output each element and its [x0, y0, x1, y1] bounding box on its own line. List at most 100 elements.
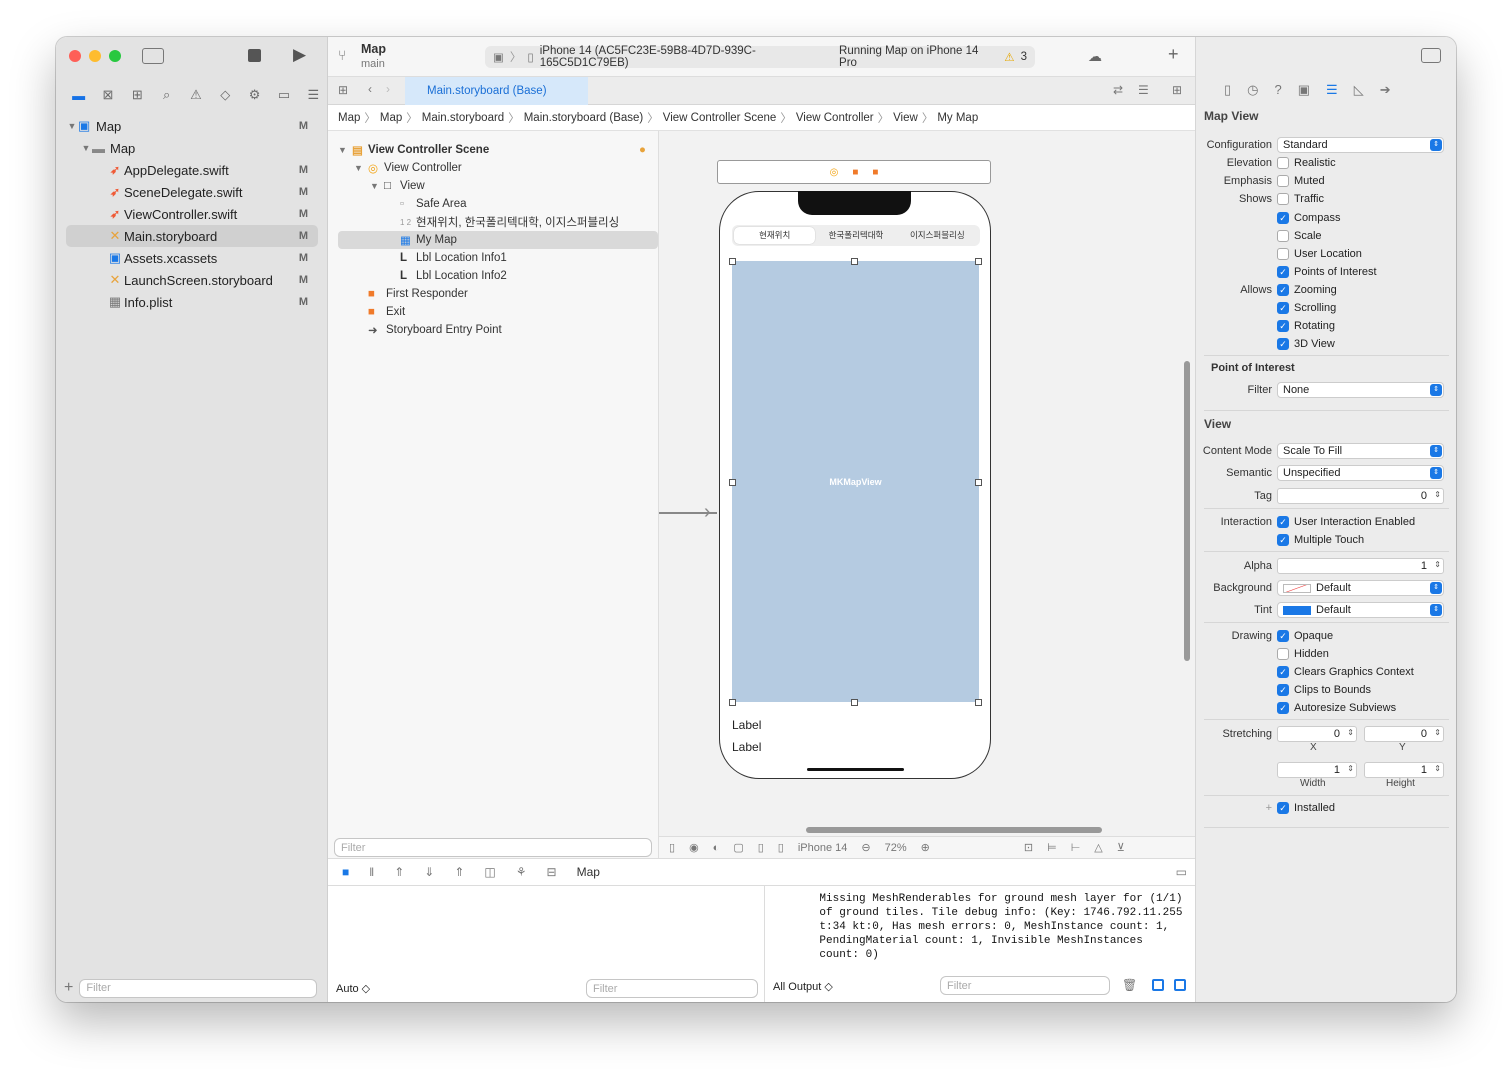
warning-icon[interactable]: ⚠: [181, 87, 210, 103]
stop-button[interactable]: [248, 49, 261, 62]
outline-lbl-info2[interactable]: L Lbl Location Info2: [338, 267, 658, 285]
stretch-y-field[interactable]: 0 ⇕: [1364, 726, 1444, 742]
scene-dock[interactable]: ◎ ■ ■: [717, 160, 991, 184]
background-select[interactable]: Default ⇕: [1277, 580, 1444, 596]
resize-handle[interactable]: [851, 258, 858, 265]
close-window-button[interactable]: [69, 50, 81, 62]
zoom-out-icon[interactable]: ⊖: [861, 841, 870, 854]
breadcrumb-item[interactable]: Main.storyboard (Base): [524, 112, 644, 124]
lbl-location-info2[interactable]: Label: [732, 740, 761, 754]
file-scenedelegate[interactable]: ➶ SceneDelegate.swift M: [66, 181, 318, 203]
appearance-icon[interactable]: ◐: [713, 842, 720, 854]
breadcrumb-item[interactable]: View: [893, 112, 918, 124]
outline-view-controller[interactable]: ▼ ◎ View Controller: [338, 159, 658, 177]
outline-filter-input[interactable]: Filter: [334, 838, 652, 857]
tint-select[interactable]: Default ⇕: [1277, 602, 1444, 618]
stretch-height-field[interactable]: 1 ⇕: [1364, 762, 1444, 778]
inspector-toggle-icon[interactable]: [1421, 48, 1441, 63]
update-frames-icon[interactable]: ⊡: [1024, 841, 1033, 854]
memory-graph-icon[interactable]: ⚘: [516, 865, 527, 879]
navigator-filter-input[interactable]: Filter: [79, 978, 318, 998]
resize-handle[interactable]: [975, 258, 982, 265]
map-view[interactable]: MKMapView: [732, 261, 979, 702]
outline-my-map[interactable]: ▦ My Map: [338, 231, 658, 249]
output-selector[interactable]: All Output ◇: [773, 980, 833, 993]
identity-icon[interactable]: ▣: [1298, 82, 1310, 98]
vertical-scrollbar[interactable]: [1184, 361, 1190, 661]
outline-first-responder[interactable]: ■ First Responder: [338, 285, 658, 303]
breadcrumb-item[interactable]: Map: [338, 112, 360, 124]
accessibility-icon[interactable]: ◉: [689, 841, 699, 854]
debug-target[interactable]: Map: [577, 865, 600, 879]
stretch-x-field[interactable]: 0 ⇕: [1277, 726, 1357, 742]
add-constraints-icon[interactable]: ⊢: [1071, 841, 1081, 854]
align-icon[interactable]: ⊨: [1047, 841, 1057, 854]
outline-safe-area[interactable]: ▫ Safe Area: [338, 195, 658, 213]
device-icon[interactable]: ▯: [778, 841, 784, 854]
auto-selector[interactable]: Auto ◇: [336, 982, 370, 995]
multiple-touch-checkbox[interactable]: ✓: [1277, 534, 1289, 546]
size-icon[interactable]: ◺: [1354, 82, 1364, 98]
segment-polytech[interactable]: 한국폴리텍대학: [815, 227, 896, 244]
resize-handle[interactable]: [729, 699, 736, 706]
segment-current-location[interactable]: 현재위치: [734, 227, 816, 244]
resize-handle[interactable]: [851, 699, 858, 706]
folder-icon[interactable]: ▬: [64, 88, 93, 103]
minimize-window-button[interactable]: [89, 50, 101, 62]
disclosure-icon[interactable]: ▼: [354, 163, 368, 173]
outline-entry-point[interactable]: ➜ Storyboard Entry Point: [338, 321, 658, 339]
test-icon[interactable]: ◇: [211, 87, 240, 103]
first-responder-icon[interactable]: ■: [852, 167, 858, 178]
semantic-select[interactable]: Unspecified ⇕: [1277, 465, 1444, 481]
hide-debug-icon[interactable]: ▭: [1176, 865, 1187, 879]
file-assets[interactable]: ▣ Assets.xcassets M: [66, 247, 318, 269]
points-of-interest-checkbox[interactable]: ✓: [1277, 266, 1289, 278]
lbl-location-info1[interactable]: Label: [732, 718, 761, 732]
hidden-checkbox[interactable]: [1277, 648, 1289, 660]
emphasis-checkbox[interactable]: [1277, 175, 1289, 187]
file-launchscreen[interactable]: ✕ LaunchScreen.storyboard M: [66, 269, 318, 291]
report-icon[interactable]: ☰: [299, 87, 328, 103]
zooming-checkbox[interactable]: ✓: [1277, 284, 1289, 296]
back-icon[interactable]: ‹: [368, 82, 372, 96]
file-infoplist[interactable]: ▦ Info.plist M: [66, 291, 318, 313]
step-over-icon[interactable]: ⇑: [394, 865, 404, 879]
left-pane-toggle[interactable]: [1152, 979, 1164, 991]
grid-icon[interactable]: ⊞: [338, 83, 348, 97]
traffic-checkbox[interactable]: [1277, 193, 1289, 205]
clears-context-checkbox[interactable]: ✓: [1277, 666, 1289, 678]
disclosure-icon[interactable]: ▼: [370, 181, 384, 191]
scheme-title[interactable]: Map: [361, 42, 386, 56]
file-main-storyboard[interactable]: ✕ Main.storyboard M: [66, 225, 318, 247]
disclosure-icon[interactable]: ▼: [338, 145, 352, 155]
resize-handle[interactable]: [729, 258, 736, 265]
file-inspector-icon[interactable]: ▯: [1224, 82, 1231, 98]
view-controller-icon[interactable]: ◎: [830, 167, 839, 178]
content-mode-select[interactable]: Scale To Fill ⇕: [1277, 443, 1444, 459]
cloud-icon[interactable]: ☁: [1088, 48, 1102, 65]
tree-group-map[interactable]: ▼ ▬ Map: [66, 137, 318, 159]
disclosure-icon[interactable]: ▼: [66, 121, 78, 131]
add-variation-icon[interactable]: +: [1196, 802, 1277, 814]
sidebar-icon[interactable]: ▯: [669, 841, 675, 854]
scale-checkbox[interactable]: [1277, 230, 1289, 242]
stepper-icon[interactable]: ⇕: [1434, 764, 1441, 773]
split-view-icon[interactable]: ▯: [758, 841, 764, 854]
console-filter-input[interactable]: Filter: [940, 976, 1110, 995]
breadcrumb-item[interactable]: Map: [380, 112, 402, 124]
autoresize-checkbox[interactable]: ✓: [1277, 702, 1289, 714]
outline-scene[interactable]: ▼ ▤ View Controller Scene ●: [338, 141, 658, 159]
resize-handle[interactable]: [729, 479, 736, 486]
source-control-icon[interactable]: ⊠: [93, 87, 122, 103]
segment-easys[interactable]: 이지스퍼블리싱: [897, 227, 978, 244]
outline-view[interactable]: ▼ □ View: [338, 177, 658, 195]
run-button[interactable]: ▶: [293, 45, 306, 65]
resolve-icon[interactable]: △: [1094, 841, 1102, 854]
disclosure-icon[interactable]: ▼: [80, 143, 92, 153]
view-hierarchy-icon[interactable]: ◫: [484, 865, 495, 879]
outline-exit[interactable]: ■ Exit: [338, 303, 658, 321]
horizontal-scrollbar[interactable]: [806, 827, 1102, 833]
device-selector[interactable]: iPhone 14 (AC5FC23E-59B8-4D7D-939C-165C5…: [540, 45, 827, 69]
attributes-icon[interactable]: ☰: [1326, 82, 1338, 98]
stepper-icon[interactable]: ⇕: [1434, 728, 1441, 737]
